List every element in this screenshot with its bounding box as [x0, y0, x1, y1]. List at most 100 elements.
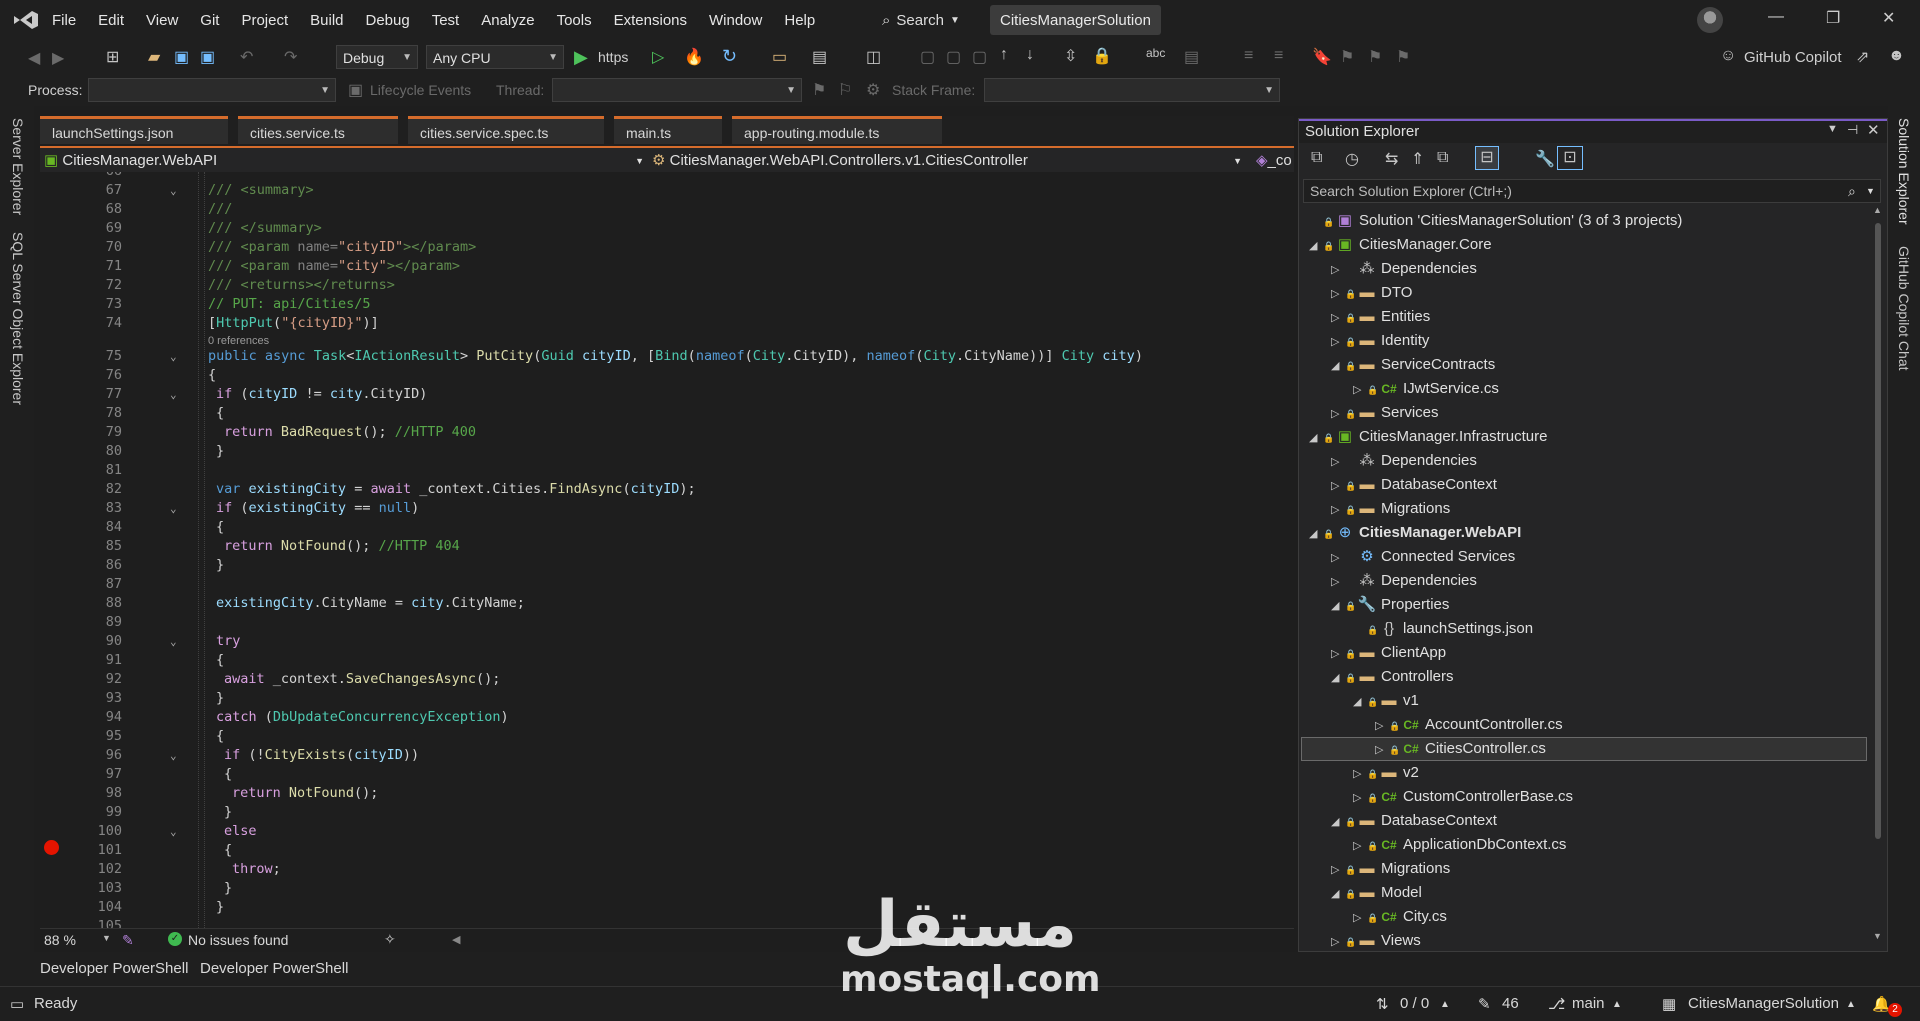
member-dropdown[interactable]: ◈_co [1256, 150, 1294, 172]
open-folder-icon[interactable]: ▰ [148, 47, 160, 67]
arrow-up-icon[interactable]: ↑ [1000, 46, 1008, 64]
chevron-down-icon[interactable]: ▼ [102, 933, 111, 943]
tree-node-accountcontroller-cs[interactable]: ▷ 🔒 C# AccountController.cs [1375, 713, 1563, 737]
platform-dropdown[interactable]: Any CPU ▼ [426, 45, 564, 69]
switch-views-icon[interactable]: ⧉ [1311, 149, 1322, 167]
tree-node-launchsettings-json[interactable]: 🔒 {} launchSettings.json [1353, 617, 1533, 641]
chevron-down-icon[interactable]: ▼ [1827, 123, 1838, 135]
cleanup-icon[interactable]: ✧ [384, 931, 396, 948]
menu-item-git[interactable]: Git [200, 12, 219, 29]
collapsed-arrow-icon[interactable]: ▷ [1331, 474, 1345, 498]
tree-node-citiesmanager-webapi[interactable]: ◢ 🔒 ⊕ CitiesManager.WebAPI [1309, 521, 1521, 545]
expanded-arrow-icon[interactable]: ◢ [1331, 594, 1345, 618]
search-icon[interactable]: ⌕ [1848, 180, 1856, 202]
chevron-up-icon[interactable]: ▲ [1846, 999, 1856, 1010]
pin-icon[interactable]: ⊣ [1847, 122, 1858, 138]
new-project-icon[interactable]: ⊞ [106, 47, 119, 67]
tree-node-migrations[interactable]: ▷ 🔒 ▬ Migrations [1331, 857, 1450, 881]
edits-count[interactable]: 46 [1502, 995, 1519, 1012]
expanded-arrow-icon[interactable]: ◢ [1331, 810, 1345, 834]
process-dropdown[interactable]: ▼ [88, 78, 336, 102]
feedback-icon[interactable]: ☻ [1888, 47, 1905, 65]
tree-node-servicecontracts[interactable]: ◢ 🔒 ▬ ServiceContracts [1331, 353, 1495, 377]
tree-node-databasecontext[interactable]: ▷ 🔒 ▬ DatabaseContext [1331, 473, 1497, 497]
tree-node-connected-services[interactable]: ▷ ⚙ Connected Services [1331, 545, 1515, 569]
menu-item-edit[interactable]: Edit [98, 12, 124, 29]
tab-launchsettings-json[interactable]: launchSettings.json [40, 116, 228, 144]
split-icon[interactable]: ◫ [866, 47, 881, 67]
tree-node-applicationdbcontext-cs[interactable]: ▷ 🔒 C# ApplicationDbContext.cs [1353, 833, 1566, 857]
git-changes-count[interactable]: 0 / 0 [1400, 995, 1429, 1012]
save-icon[interactable]: ▣ [174, 47, 189, 67]
zoom-level[interactable]: 88 % [44, 932, 76, 948]
fold-chevron-icon[interactable]: ⌄ [170, 746, 177, 765]
tree-node-controllers[interactable]: ◢ 🔒 ▬ Controllers [1331, 665, 1454, 689]
run-target-label[interactable]: https [598, 49, 628, 65]
collapsed-arrow-icon[interactable]: ▷ [1375, 738, 1389, 762]
search-button[interactable]: ⌕ Search ▼ [882, 8, 960, 32]
chevron-down-icon[interactable]: ▼ [1866, 180, 1875, 202]
hot-reload-icon[interactable]: 🔥 [684, 47, 704, 67]
layout-icon[interactable]: ▤ [812, 47, 827, 67]
scroll-down-icon[interactable]: ▼ [1873, 931, 1882, 941]
developer-powershell-tab[interactable]: Developer PowerShell [40, 960, 188, 977]
collapsed-arrow-icon[interactable]: ▷ [1331, 306, 1345, 330]
collapsed-arrow-icon[interactable]: ▷ [1353, 906, 1367, 930]
tab-cities-service-spec-ts[interactable]: cities.service.spec.ts [408, 116, 604, 144]
chevron-up-icon[interactable]: ▲ [1612, 999, 1622, 1010]
collapsed-arrow-icon[interactable]: ▷ [1331, 642, 1345, 666]
forward-icon[interactable]: ▶ [52, 48, 64, 68]
menu-item-extensions[interactable]: Extensions [614, 12, 687, 29]
menu-item-tools[interactable]: Tools [557, 12, 592, 29]
filter-icon[interactable]: ⚙ [866, 80, 880, 100]
back-icon[interactable]: ◀ [28, 48, 40, 68]
tree-node-migrations[interactable]: ▷ 🔒 ▬ Migrations [1331, 497, 1450, 521]
collapsed-arrow-icon[interactable]: ▷ [1331, 402, 1345, 426]
breakpoint-icon[interactable] [44, 840, 59, 855]
start-debugging-icon[interactable]: ▶ [574, 47, 588, 68]
tree-node-dependencies[interactable]: ▷ ⁂ Dependencies [1331, 569, 1477, 593]
restore-icon[interactable]: ❐ [1826, 8, 1840, 28]
share-icon[interactable]: ⇗ [1856, 47, 1869, 67]
minimize-icon[interactable]: — [1768, 8, 1784, 26]
format-icon[interactable]: ▤ [1184, 47, 1199, 67]
tree-node-identity[interactable]: ▷ 🔒 ▬ Identity [1331, 329, 1429, 353]
fold-chevron-icon[interactable]: ⌄ [170, 632, 177, 651]
collapsed-arrow-icon[interactable]: ▷ [1331, 570, 1345, 594]
tree-node-citiesmanager-core[interactable]: ◢ 🔒 ▣ CitiesManager.Core [1309, 233, 1492, 257]
collapsed-arrow-icon[interactable]: ▷ [1331, 546, 1345, 570]
collapsed-arrow-icon[interactable]: ▷ [1331, 930, 1345, 954]
github-copilot-button[interactable]: GitHub Copilot [1744, 49, 1842, 66]
thread-dropdown[interactable]: ▼ [552, 78, 802, 102]
code-lens[interactable]: 0 references [40, 333, 1294, 347]
collapsed-arrow-icon[interactable]: ▷ [1353, 762, 1367, 786]
expanded-arrow-icon[interactable]: ◢ [1331, 666, 1345, 690]
tree-node-entities[interactable]: ▷ 🔒 ▬ Entities [1331, 305, 1430, 329]
tree-node-solution-citiesmanagersolution-3-of-3-projects[interactable]: 🔒 ▣ Solution 'CitiesManagerSolution' (3 of… [1309, 209, 1682, 233]
menu-item-help[interactable]: Help [784, 12, 815, 29]
collapsed-arrow-icon[interactable]: ▷ [1353, 378, 1367, 402]
issues-status[interactable]: No issues found [188, 932, 288, 948]
show-threads-icon[interactable]: ⚐ [838, 80, 852, 100]
indent-icon[interactable]: ≡ [1244, 47, 1253, 65]
tree-scrollbar[interactable]: ▲ ▼ [1873, 205, 1883, 941]
menu-item-test[interactable]: Test [432, 12, 460, 29]
solution-explorer-side-tab[interactable]: Solution Explorer [1896, 118, 1912, 225]
avatar[interactable] [1697, 7, 1723, 33]
collapsed-arrow-icon[interactable]: ▷ [1375, 714, 1389, 738]
outdent-icon[interactable]: ≡ [1274, 47, 1283, 65]
lock-icon[interactable]: 🔒 [1092, 46, 1112, 66]
tree-node-citiesmanager-infrastructure[interactable]: ◢ 🔒 ▣ CitiesManager.Infrastructure [1309, 425, 1547, 449]
tab-main-ts[interactable]: main.ts [614, 116, 722, 144]
collapsed-arrow-icon[interactable]: ▷ [1331, 498, 1345, 522]
redo-icon[interactable]: ↷ [284, 47, 297, 67]
tab-cities-service-ts[interactable]: cities.service.ts [238, 116, 398, 144]
tree-node-dependencies[interactable]: ▷ ⁂ Dependencies [1331, 449, 1477, 473]
pending-changes-icon[interactable]: ◷ [1345, 149, 1359, 169]
menu-item-build[interactable]: Build [310, 12, 343, 29]
scroll-left-icon[interactable]: ◀ [452, 933, 460, 946]
close-icon[interactable]: ✕ [1867, 121, 1880, 139]
fold-chevron-icon[interactable]: ⌄ [170, 499, 177, 518]
project-dropdown[interactable]: ▣ CitiesManager.WebAPI ▼ [44, 150, 644, 172]
tree-node-model[interactable]: ◢ 🔒 ▬ Model [1331, 881, 1422, 905]
